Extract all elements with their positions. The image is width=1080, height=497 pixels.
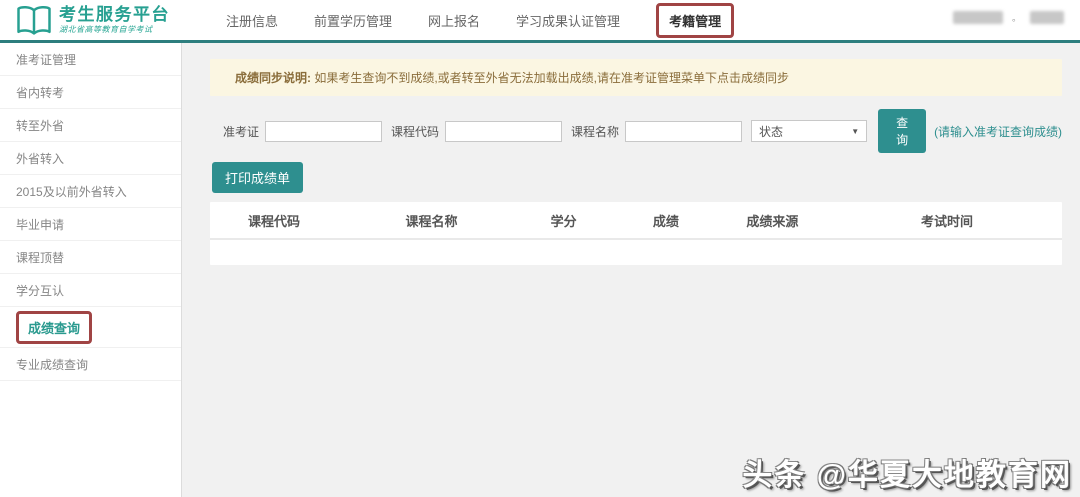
sidebar: 准考证管理 省内转考 转至外省 外省转入 2015及以前外省转入 毕业申请 课程…	[0, 43, 182, 497]
course-name-label: 课程名称	[571, 124, 620, 139]
status-select[interactable]: 状态 ▼	[751, 120, 868, 142]
sidebar-item-province-transfer[interactable]: 省内转考	[0, 76, 181, 109]
sidebar-item-major-score-query[interactable]: 专业成绩查询	[0, 348, 181, 381]
username-redacted[interactable]	[952, 11, 1003, 24]
brand-subtitle: 湖北省高等教育自学考试	[59, 24, 153, 34]
brand: 考生服务平台 湖北省高等教育自学考试	[0, 5, 212, 36]
col-score: 成绩	[652, 213, 679, 229]
sidebar-item-course-replacement[interactable]: 课程顶替	[0, 241, 181, 274]
exam-no-input[interactable]	[265, 120, 383, 142]
brand-text: 考生服务平台 湖北省高等教育自学考试	[59, 6, 170, 34]
sidebar-item-graduation-application[interactable]: 毕业申请	[0, 208, 181, 241]
col-credits: 学分	[550, 213, 577, 229]
user-area: 。	[952, 11, 1064, 24]
watermark: 头条 @华夏大地教育网	[742, 459, 1072, 492]
main-content: 成绩同步说明: 如果考生查询不到成绩,或者转至外省无法加载出成绩,请在准考证管理…	[182, 43, 1080, 497]
notice-label: 成绩同步说明:	[235, 71, 315, 85]
course-code-label: 课程代码	[391, 124, 440, 139]
notice-banner: 成绩同步说明: 如果考生查询不到成绩,或者转至外省无法加载出成绩,请在准考证管理…	[210, 59, 1063, 96]
sidebar-item-transfer-in-before-2015[interactable]: 2015及以前外省转入	[0, 175, 181, 208]
page-title: 考生服务平台	[59, 4, 170, 24]
sidebar-item-admission-ticket[interactable]: 准考证管理	[0, 43, 181, 76]
table-empty-body	[210, 240, 1062, 265]
col-course-code: 课程代码	[248, 213, 301, 229]
sidebar-item-transfer-in[interactable]: 外省转入	[0, 142, 181, 175]
print-transcript-button[interactable]: 打印成绩单	[212, 162, 304, 193]
top-nav: 注册信息 前置学历管理 网上报名 学习成果认证管理 考籍管理	[226, 2, 735, 38]
table-header-row: 课程代码 课程名称 学分 成绩 成绩来源 考试时间	[210, 202, 1063, 240]
course-name-input[interactable]	[625, 120, 743, 142]
filter-row: 准考证 课程代码 课程名称 状态 ▼ 查询 (请输入准考证查询成绩)	[223, 109, 1062, 153]
separator-dot: 。	[1011, 13, 1021, 23]
sidebar-item-credit-recognition[interactable]: 学分互认	[0, 274, 181, 307]
score-query-highlight: 成绩查询	[16, 310, 93, 344]
nav-item-online-registration[interactable]: 网上报名	[428, 11, 480, 30]
nav-item-exam-status-management[interactable]: 考籍管理	[656, 2, 735, 38]
open-book-logo-icon	[17, 5, 51, 35]
col-exam-time: 考试时间	[920, 213, 973, 229]
caret-down-icon: ▼	[851, 126, 860, 136]
nav-item-learning-achievement[interactable]: 学习成果认证管理	[516, 11, 620, 30]
sidebar-item-transfer-out[interactable]: 转至外省	[0, 109, 181, 142]
status-selected-value: 状态	[759, 124, 784, 139]
logout-redacted[interactable]	[1030, 11, 1064, 24]
col-score-source: 成绩来源	[746, 213, 799, 229]
nav-item-register-info[interactable]: 注册信息	[226, 11, 278, 30]
search-hint: (请输入准考证查询成绩)	[934, 124, 1063, 139]
nav-item-prior-education[interactable]: 前置学历管理	[314, 11, 392, 30]
exam-no-label: 准考证	[223, 124, 260, 139]
top-header: 考生服务平台 湖北省高等教育自学考试 注册信息 前置学历管理 网上报名 学习成果…	[0, 0, 1080, 43]
results-table: 课程代码 课程名称 学分 成绩 成绩来源 考试时间	[210, 202, 1063, 265]
search-button[interactable]: 查询	[878, 109, 927, 153]
notice-text: 如果考生查询不到成绩,或者转至外省无法加载出成绩,请在准考证管理菜单下点击成绩同…	[314, 71, 790, 85]
col-course-name: 课程名称	[405, 213, 458, 229]
course-code-input[interactable]	[445, 120, 563, 142]
sidebar-item-score-query[interactable]: 成绩查询	[0, 307, 181, 348]
